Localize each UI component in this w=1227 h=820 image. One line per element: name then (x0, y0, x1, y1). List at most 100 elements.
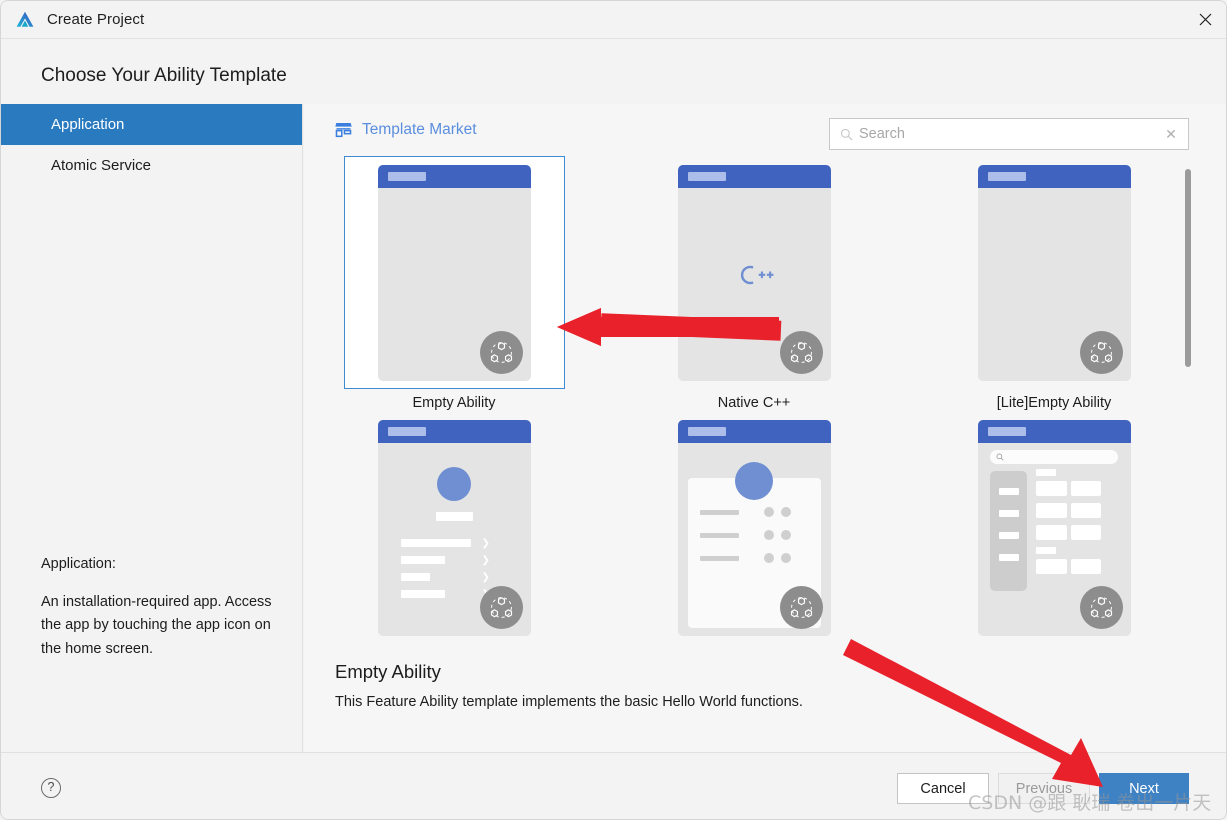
template-thumbnail (377, 164, 531, 381)
list-row (400, 538, 471, 547)
grid-tile (1070, 558, 1101, 574)
template-label: Native C++ (717, 395, 791, 411)
window-title: Create Project (47, 11, 145, 28)
avatar (436, 466, 471, 501)
template-card-lite-empty-ability[interactable] (944, 156, 1165, 389)
template-panel: Template Market ✕ (304, 104, 1226, 752)
chevron-right-icon: ❯ (481, 537, 490, 549)
template-market-label: Template Market (362, 120, 477, 138)
thumb-header (377, 419, 531, 443)
template-card-profile[interactable]: ❯ ❯ ❯ ❯ (344, 411, 565, 644)
template-cell: Empty Ability (304, 156, 604, 411)
template-thumbnail: ❯ ❯ ❯ ❯ (377, 419, 531, 636)
search-box[interactable]: ✕ (829, 118, 1189, 150)
chevron-right-icon: ❯ (481, 571, 490, 583)
store-icon (335, 123, 352, 138)
harmony-glyph (790, 596, 812, 618)
sidebar-item-label: Atomic Service (51, 157, 152, 174)
category-item (998, 487, 1019, 495)
template-row: Empty Ability Native C++ [Lite]Empty Abi… (304, 156, 1226, 411)
harmony-glyph (1090, 596, 1112, 618)
dot (763, 506, 774, 517)
list-row (400, 589, 445, 598)
scrollbar-thumb[interactable] (1185, 169, 1191, 367)
chevron-right-icon: ❯ (481, 554, 490, 566)
harmony-badge-icon (779, 585, 823, 629)
sidebar-item-application[interactable]: Application (1, 104, 302, 145)
cpp-logo-icon (740, 265, 774, 284)
harmony-glyph (490, 341, 512, 363)
template-cell (604, 411, 904, 644)
list-row (699, 509, 739, 515)
list-row (400, 572, 430, 581)
thumb-header (677, 419, 831, 443)
harmony-badge-icon (779, 330, 823, 374)
clear-icon[interactable]: ✕ (1158, 126, 1184, 143)
thumb-title-pill (987, 171, 1026, 181)
template-cell: Native C++ (604, 156, 904, 411)
name-placeholder (435, 511, 473, 521)
title-bar: Create Project (1, 1, 1226, 39)
avatar (734, 461, 773, 500)
grid-tile (1070, 480, 1101, 496)
watermark: CSDN @跟 耿瑞 卷出一片天 (968, 792, 1212, 814)
thumb-title-pill (387, 171, 426, 181)
selected-template-description: This Feature Ability template implements… (335, 694, 803, 710)
sidebar-description-heading: Application: (41, 556, 116, 572)
dot (763, 552, 774, 563)
harmony-badge-icon (1079, 330, 1123, 374)
harmony-badge-icon (479, 330, 523, 374)
close-glyph (1199, 13, 1211, 26)
grid-tile (1035, 524, 1067, 540)
template-market-link[interactable]: Template Market (334, 120, 477, 139)
list-row (400, 555, 445, 564)
sidebar-item-label: Application (51, 116, 125, 133)
search-icon (840, 128, 853, 140)
thumb-header (977, 164, 1131, 188)
sidebar-description: Application: An installation-required ap… (41, 553, 291, 661)
search-field-placeholder (989, 449, 1118, 464)
sidebar-item-atomic-service[interactable]: Atomic Service (1, 145, 302, 186)
template-row: ❯ ❯ ❯ ❯ (304, 411, 1226, 644)
create-project-dialog: Create Project Choose Your Ability Templ… (0, 0, 1227, 820)
thumb-header (977, 419, 1131, 443)
grid-tile (1035, 480, 1067, 496)
list-row (699, 532, 739, 538)
template-card-native-cpp[interactable] (644, 156, 865, 389)
template-label: [Lite]Empty Ability (996, 395, 1112, 411)
template-cell: ❯ ❯ ❯ ❯ (304, 411, 604, 644)
template-card-catalog[interactable] (944, 411, 1165, 644)
section-heading (1035, 468, 1056, 476)
template-thumbnail (977, 164, 1131, 381)
template-thumbnail (977, 419, 1131, 636)
harmony-glyph (790, 341, 812, 363)
category-item (998, 509, 1019, 517)
close-icon[interactable] (1182, 1, 1226, 38)
template-cell: [Lite]Empty Ability (904, 156, 1204, 411)
dot (780, 506, 791, 517)
help-icon[interactable]: ? (41, 778, 61, 798)
section-heading (1035, 546, 1056, 554)
deveco-logo-icon (16, 11, 34, 27)
template-label: Empty Ability (412, 395, 496, 411)
template-card-cardlist[interactable] (644, 411, 865, 644)
grid-tile (1070, 502, 1101, 518)
grid-tile (1070, 524, 1101, 540)
template-grid-scrollbar[interactable] (1185, 164, 1191, 454)
sidebar: Application Atomic Service Application: … (1, 104, 303, 752)
category-item (998, 531, 1019, 539)
thumb-title-pill (987, 426, 1026, 436)
template-card-empty-ability[interactable] (343, 156, 565, 389)
sidebar-description-body: An installation-required app. Access the… (41, 593, 272, 657)
thumb-header (677, 164, 831, 188)
thumb-title-pill (687, 171, 726, 181)
list-row (699, 555, 739, 561)
template-cell (904, 411, 1204, 644)
harmony-glyph (490, 596, 512, 618)
template-thumbnail (677, 164, 831, 381)
dot (763, 529, 774, 540)
search-input[interactable] (859, 126, 1158, 142)
selected-template-title: Empty Ability (335, 661, 441, 682)
harmony-glyph (1090, 341, 1112, 363)
